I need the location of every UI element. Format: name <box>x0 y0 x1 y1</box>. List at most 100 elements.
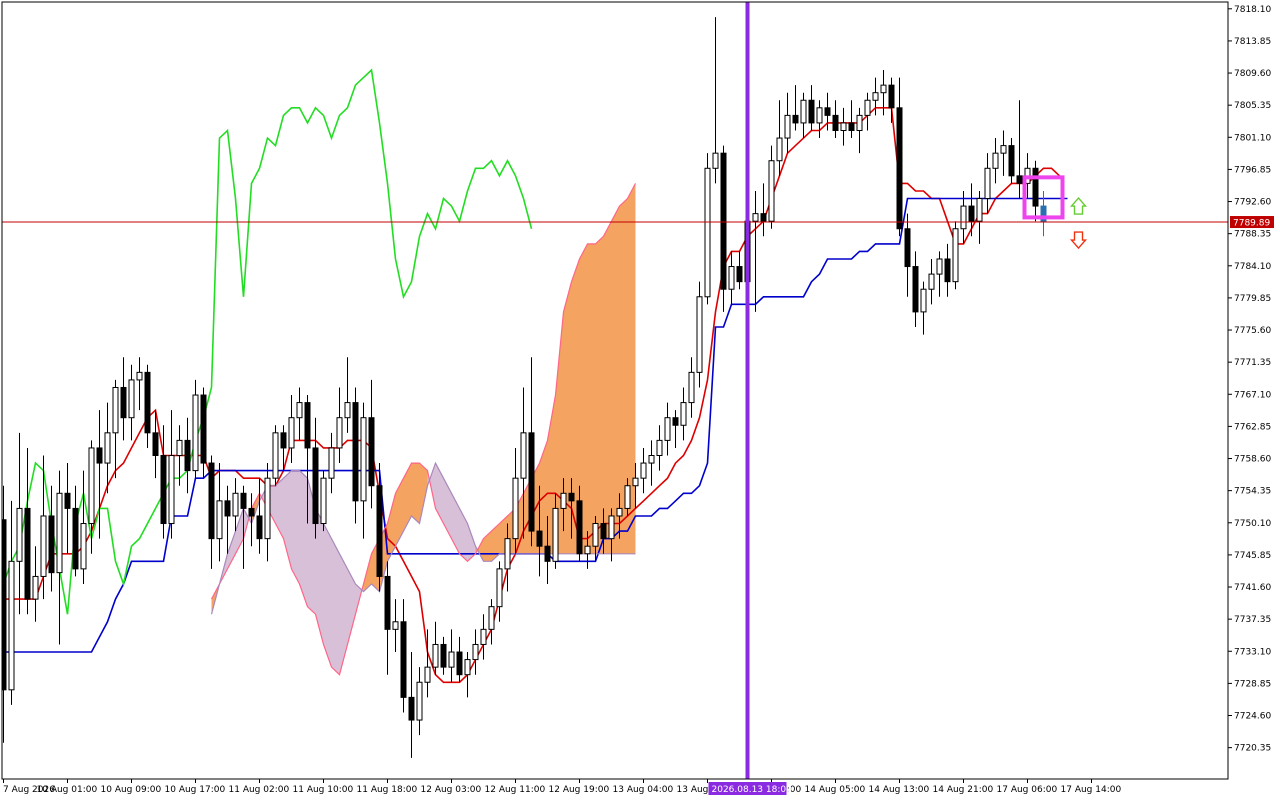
candle-body <box>784 114 791 139</box>
x-tick-label: 10 Aug 17:00 <box>165 785 226 795</box>
y-tick-label: 7767.10 <box>1234 390 1271 400</box>
kumo-segment <box>411 463 420 524</box>
candle-body <box>736 266 743 283</box>
candle-body <box>296 402 303 419</box>
candle-body <box>8 560 15 691</box>
y-tick-label: 7754.35 <box>1234 487 1271 497</box>
x-tick-label: 14 Aug 05:00 <box>805 785 866 795</box>
candle-body <box>856 114 863 131</box>
candle-body <box>320 477 327 525</box>
candle-body <box>280 432 287 449</box>
candle-body <box>688 371 695 404</box>
candle-body <box>408 696 415 721</box>
candle-body <box>384 575 391 630</box>
candle-body <box>344 402 351 419</box>
candle-body <box>416 681 423 721</box>
candle-body <box>1000 145 1007 154</box>
x-tick-label: 10 Aug 09:00 <box>101 785 162 795</box>
candle-body <box>160 455 167 525</box>
candle-body <box>288 417 295 449</box>
x-tick-label: 12 Aug 03:00 <box>421 785 482 795</box>
candle-body <box>256 515 263 540</box>
candle-body <box>640 462 647 479</box>
candle-body <box>168 455 175 525</box>
y-tick-label: 7801.10 <box>1234 133 1271 143</box>
candle-body <box>872 92 879 101</box>
candle-body <box>504 538 511 570</box>
candle-body <box>776 137 783 162</box>
candle-body <box>128 379 135 419</box>
candle-body <box>664 417 671 441</box>
candle-body <box>376 485 383 577</box>
candle-body <box>1008 145 1015 177</box>
y-tick-label: 7745.85 <box>1234 551 1271 561</box>
x-tick-label: 10 Aug 01:00 <box>37 785 98 795</box>
candle-body <box>1016 175 1023 184</box>
candle-body <box>144 371 151 434</box>
y-tick-label: 7784.10 <box>1234 262 1271 272</box>
x-tick-label: 14 Aug 13:00 <box>869 785 930 795</box>
candle-body <box>224 500 231 517</box>
y-tick-label: 7728.85 <box>1234 679 1271 689</box>
candle-body <box>800 99 807 124</box>
candle-body <box>200 394 207 464</box>
candle-body <box>552 507 559 562</box>
candle-body <box>880 84 887 94</box>
chart-area[interactable]: 7818.10 7813.85 7809.60 7805.35 7801.10 7796.… <box>0 0 1280 800</box>
kumo-segment <box>291 470 300 584</box>
y-tick-label: 7737.35 <box>1234 615 1271 625</box>
y-tick-label: 7775.60 <box>1234 326 1271 336</box>
candle-body <box>712 152 719 169</box>
x-tick-label: 13 Aug 04:00 <box>613 785 674 795</box>
candle-body <box>24 507 31 600</box>
candle-body <box>568 492 575 502</box>
candle-body <box>608 515 615 540</box>
y-tick-label: 7792.60 <box>1234 198 1271 208</box>
kumo-segment <box>611 206 620 554</box>
candle-body <box>328 447 335 479</box>
candle-body <box>56 492 63 574</box>
y-tick-label: 7771.35 <box>1234 358 1271 368</box>
candle-body <box>536 530 543 547</box>
candle-body <box>480 628 487 645</box>
candle-body <box>648 455 655 464</box>
x-tick-label: 11 Aug 02:00 <box>229 785 290 795</box>
candle-body <box>424 666 431 683</box>
candle-body <box>544 545 551 562</box>
candle-body <box>968 205 975 222</box>
candle-body <box>528 432 535 532</box>
chart-background <box>0 0 1280 800</box>
candle-body <box>352 402 359 502</box>
y-tick-label: 7788.35 <box>1234 230 1271 240</box>
candle-body <box>912 266 919 313</box>
candle-body <box>952 228 959 283</box>
candle-body <box>272 432 279 479</box>
candle-body <box>696 296 703 373</box>
candle-body <box>120 386 127 419</box>
y-tick-label: 7813.85 <box>1234 37 1271 47</box>
candle-body <box>576 500 583 555</box>
x-tick-label: 14 Aug 21:00 <box>933 785 994 795</box>
kumo-segment <box>563 281 572 554</box>
candle-body <box>152 432 159 457</box>
x-tick-label: 11 Aug 10:00 <box>293 785 354 795</box>
x-tick-label: 17 Aug 14:00 <box>1061 785 1122 795</box>
candle-body <box>520 432 527 479</box>
candle-body <box>448 651 455 668</box>
candle-body <box>496 568 503 608</box>
candle-body <box>184 439 191 472</box>
candle-body <box>240 492 247 509</box>
candle-body <box>192 394 199 472</box>
candle-body <box>656 439 663 457</box>
ichimoku-chart[interactable]: 7818.10 7813.85 7809.60 7805.35 7801.10 7796.… <box>0 0 1280 800</box>
candle-body <box>920 288 927 313</box>
x-tick-label: 12 Aug 11:00 <box>485 785 546 795</box>
candle-body <box>360 417 367 502</box>
candle-body <box>560 492 567 509</box>
candle-body <box>888 84 895 109</box>
candle-body <box>976 198 983 222</box>
candle-body <box>600 523 607 540</box>
candle-body <box>96 447 103 464</box>
candle-body <box>928 273 935 290</box>
y-tick-label: 7724.60 <box>1234 712 1271 722</box>
